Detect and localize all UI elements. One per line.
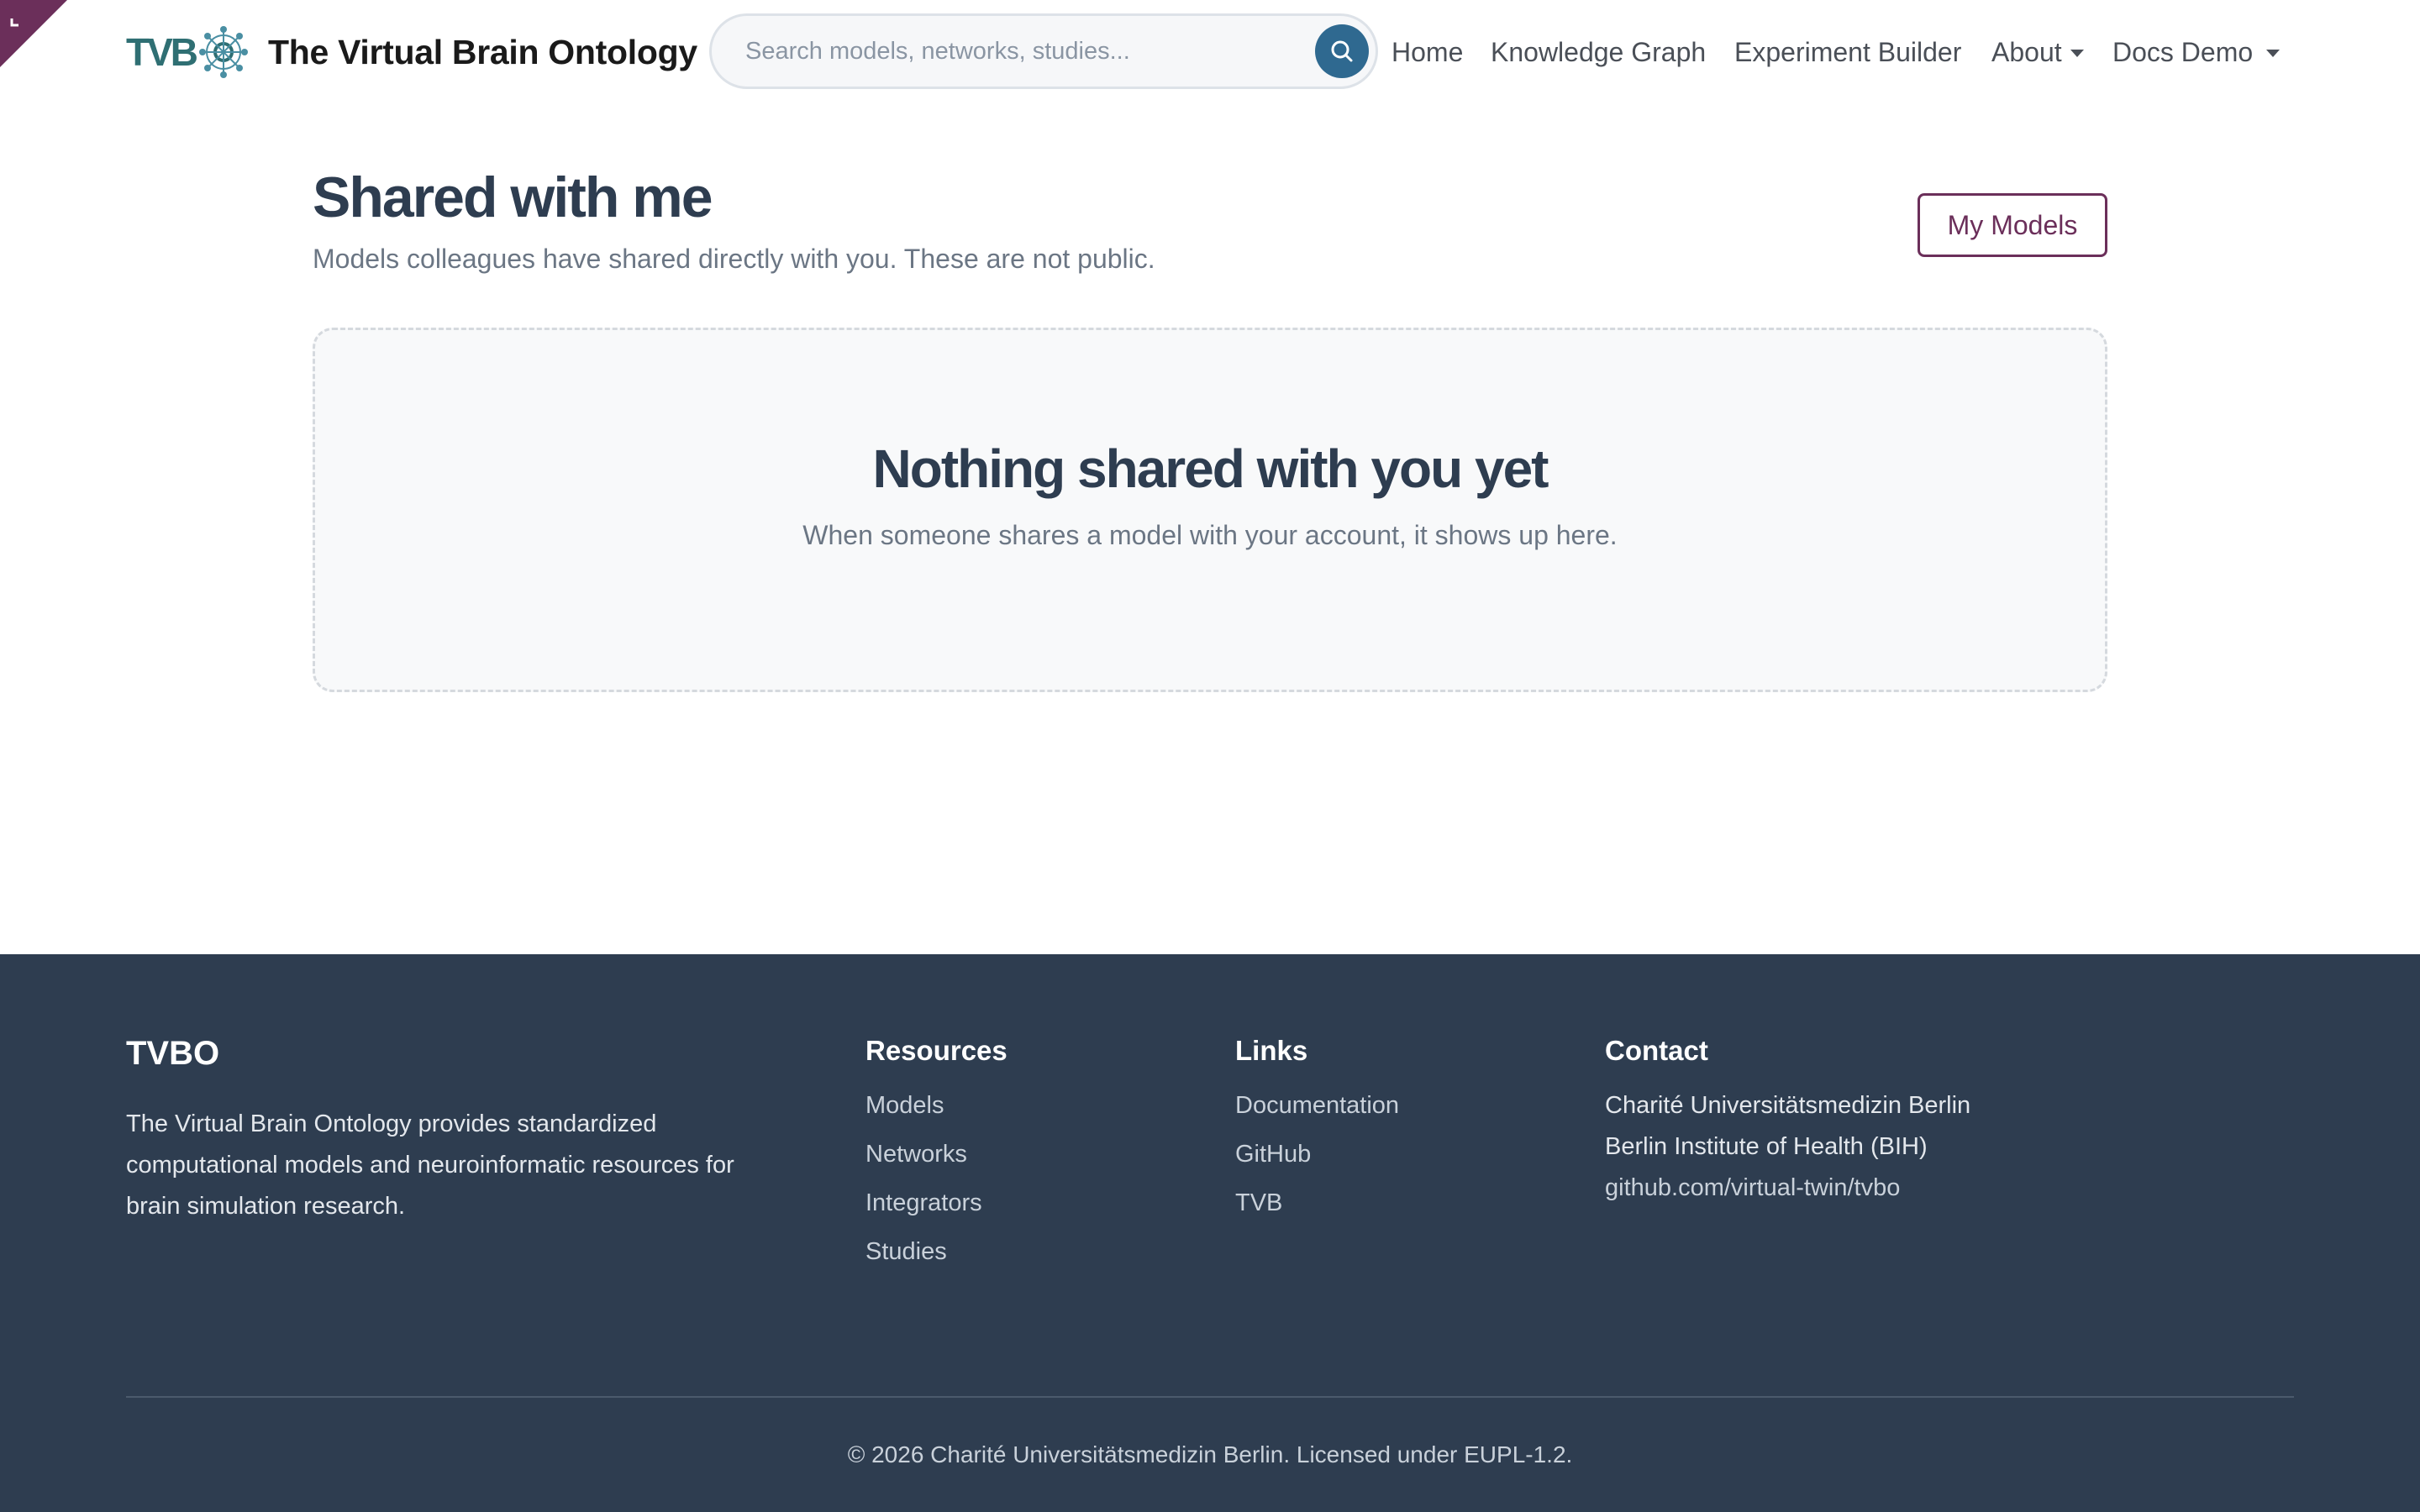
footer-copyright: © 2026 Charité Universitätsmedizin Berli… bbox=[847, 1441, 1573, 1467]
nav-docs-demo-dropdown[interactable]: Docs Demo bbox=[2112, 32, 2281, 72]
footer-contact-line: Charité Universitätsmedizin Berlin bbox=[1605, 1092, 1971, 1119]
brain-network-icon bbox=[199, 26, 248, 78]
footer-resources: Resources Models Networks Integrators St… bbox=[865, 1035, 1007, 1287]
empty-state-title: Nothing shared with you yet bbox=[872, 438, 1549, 499]
footer-brand: TVBO bbox=[126, 1035, 220, 1072]
footer-links-heading: Links bbox=[1235, 1035, 1308, 1066]
footer-divider bbox=[126, 1396, 2294, 1398]
search-input[interactable] bbox=[745, 16, 1300, 87]
logo-text: TVB bbox=[126, 30, 198, 74]
my-models-button[interactable]: My Models bbox=[1918, 193, 2107, 257]
footer-contact-heading: Contact bbox=[1605, 1035, 1708, 1066]
navbar: TVB The Virtual Brain Ontology Search mo… bbox=[0, 0, 2420, 104]
nav-experiment-builder-label: Experiment Builder bbox=[1734, 36, 1962, 67]
brand-logo: TVB bbox=[126, 24, 250, 80]
empty-state-card: Nothing shared with you yet When someone… bbox=[313, 328, 2107, 692]
footer: TVBO The Virtual Brain Ontology provides… bbox=[0, 954, 2420, 1512]
search-icon bbox=[1331, 40, 1353, 62]
nav-about-label: About bbox=[1991, 36, 2062, 67]
search-button[interactable] bbox=[1315, 24, 1369, 78]
page-title: Shared with me bbox=[313, 165, 713, 229]
chevron-down-icon bbox=[2266, 49, 2281, 57]
footer-resources-heading: Resources bbox=[865, 1035, 1007, 1066]
search-bar bbox=[709, 13, 1378, 89]
footer-contact-github-link[interactable]: github.com/virtual-twin/tvbo bbox=[1605, 1168, 1970, 1209]
page-subtitle: Models colleagues have shared directly w… bbox=[313, 244, 1155, 274]
nav-home-label: Home bbox=[1392, 36, 1464, 67]
footer-link-github[interactable]: GitHub bbox=[1235, 1141, 1399, 1169]
brand-title: The Virtual Brain Ontology bbox=[268, 32, 697, 71]
nav-experiment-builder[interactable]: Experiment Builder bbox=[1734, 32, 1961, 72]
nav-about-dropdown[interactable]: About bbox=[1991, 32, 2084, 72]
footer-link-studies[interactable]: Studies bbox=[865, 1238, 1007, 1267]
chevron-down-icon bbox=[2070, 49, 2084, 57]
footer-description: The Virtual Brain Ontology provides stan… bbox=[126, 1110, 734, 1220]
footer-link-documentation[interactable]: Documentation bbox=[1235, 1092, 1399, 1121]
nav-knowledge-graph-label: Knowledge Graph bbox=[1491, 36, 1707, 67]
footer-contact-line: Berlin Institute of Health (BIH) bbox=[1605, 1133, 1928, 1160]
empty-state-message: When someone shares a model with your ac… bbox=[802, 520, 1618, 550]
nav-docs-demo-label: Docs Demo bbox=[2112, 36, 2254, 67]
brand-link[interactable]: TVB The Virtual Brain Ontology bbox=[126, 22, 697, 82]
footer-link-networks[interactable]: Networks bbox=[865, 1141, 1007, 1169]
nav-knowledge-graph[interactable]: Knowledge Graph bbox=[1491, 32, 1706, 72]
footer-links: Links Documentation GitHub TVB bbox=[1235, 1035, 1399, 1238]
footer-contact: Contact Charité Universitätsmedizin Berl… bbox=[1605, 1035, 1970, 1209]
footer-link-tvb[interactable]: TVB bbox=[1235, 1189, 1399, 1218]
footer-link-integrators[interactable]: Integrators bbox=[865, 1189, 1007, 1218]
footer-link-models[interactable]: Models bbox=[865, 1092, 1007, 1121]
nav-home[interactable]: Home bbox=[1392, 32, 1463, 72]
